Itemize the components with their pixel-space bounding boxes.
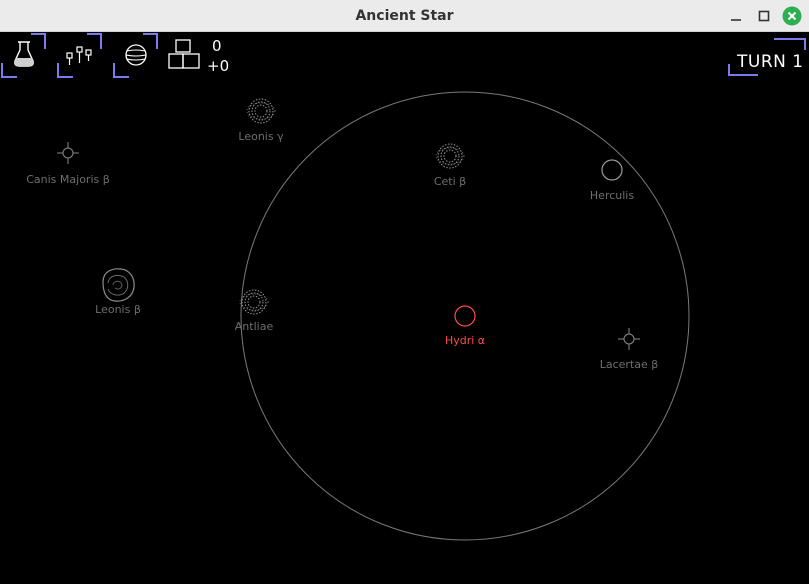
star-canis-majoris-beta[interactable]: Canis Majoris β [26,142,110,186]
star-lacertae-beta[interactable]: Lacertae β [600,328,659,371]
star-leonis-beta[interactable]: Leonis β [95,268,141,316]
dyson-star-icon [246,98,276,124]
dyson-star-icon [239,289,269,315]
production-value: 0 [212,37,222,55]
ships-icon [66,46,92,65]
star-ceti-beta[interactable]: Ceti β [434,143,466,188]
star-label: Leonis β [95,303,141,316]
maximize-button[interactable] [754,6,774,26]
title-bar: Ancient Star [0,0,809,32]
turn-button[interactable]: TURN 1 [728,38,806,76]
star-herculis[interactable]: Herculis [590,159,634,202]
flask-icon [14,41,34,67]
window-title: Ancient Star [355,8,454,24]
maximize-icon [758,10,770,22]
close-button[interactable] [782,6,802,26]
nebula-star-icon [102,268,135,302]
star-label: Ceti β [434,175,466,188]
star-leonis-gamma[interactable]: Leonis γ [238,98,284,143]
star-label: Hydri α [445,334,485,347]
sparkle-star-icon [57,142,79,164]
star-label: Leonis γ [238,130,284,143]
star-label: Herculis [590,189,634,202]
star-map: Leonis γ Canis Majoris β Ceti β Herculis… [26,91,690,541]
minimize-icon [731,19,741,21]
dyson-star-icon [435,143,465,169]
research-button[interactable] [1,33,47,79]
minimize-button[interactable] [726,6,746,26]
star-hydri-alpha[interactable]: Hydri α [445,305,485,347]
planet-icon [125,44,147,66]
sparkle-star-icon [618,328,640,350]
turn-label: TURN 1 [737,52,804,72]
production-delta: +0 [207,57,230,75]
hydri-alpha-range [240,91,690,541]
planet-button[interactable] [113,33,159,79]
fleet-button[interactable] [57,33,103,79]
star-label: Canis Majoris β [26,173,110,186]
star-label: Antliae [235,320,274,333]
close-icon [782,6,802,26]
production-icon [168,39,200,69]
star-label: Lacertae β [600,358,659,371]
game-map[interactable]: Leonis γ Canis Majoris β Ceti β Herculis… [0,32,809,584]
home-star-icon [454,305,476,327]
ring-star-icon [601,159,623,181]
